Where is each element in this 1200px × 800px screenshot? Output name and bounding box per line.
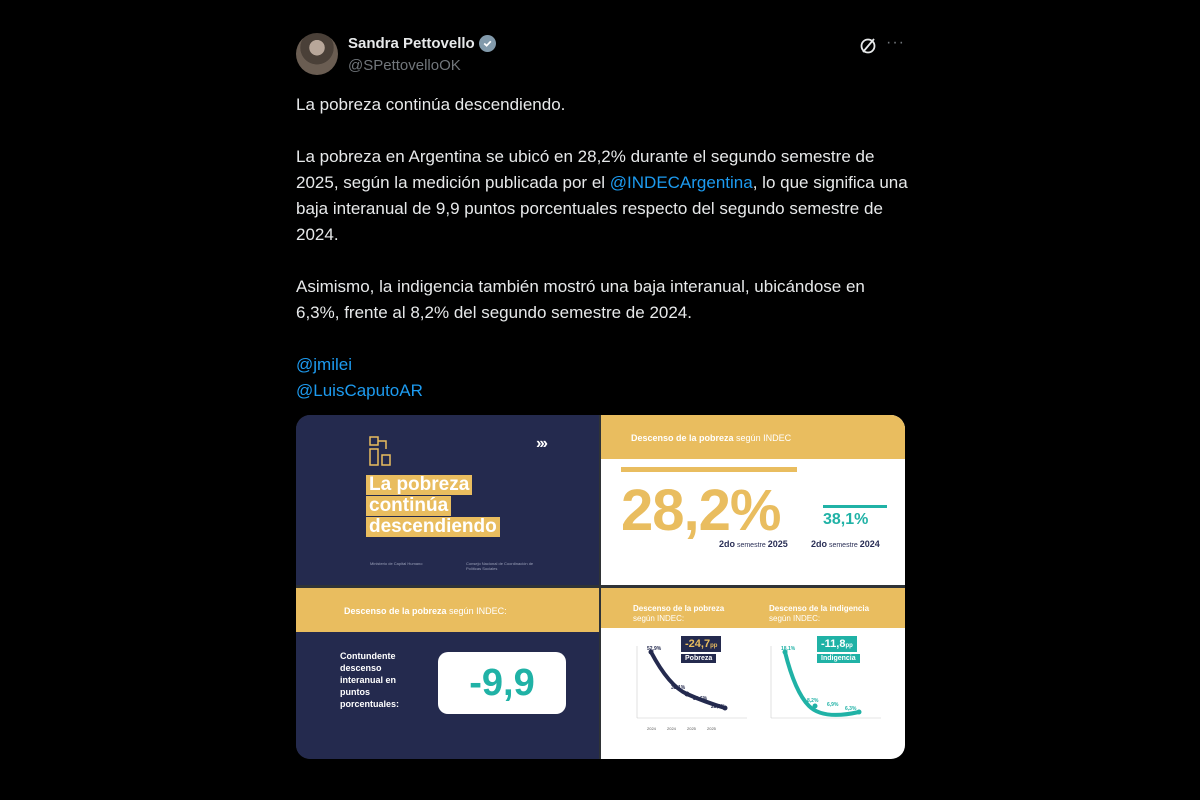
- indigence-line-chart: [770, 646, 881, 719]
- progress-bar-2025: [621, 467, 797, 472]
- ministry-logo: Ministerio de Capital Humano: [370, 561, 423, 566]
- label-2025: 2do semestre 2025: [719, 539, 788, 549]
- indigence-point-2: [812, 703, 818, 709]
- media-tile-4[interactable]: Descenso de la pobreza según INDEC: Desc…: [601, 588, 905, 759]
- verified-badge-icon: [478, 35, 496, 52]
- tile2-band-text: Descenso de la pobreza según INDEC: [631, 433, 792, 443]
- mention-indec[interactable]: @INDECArgentina: [610, 173, 753, 192]
- indigence-val-3: 6,9%: [827, 702, 839, 708]
- label-2024: 2do semestre 2024: [811, 539, 880, 549]
- poverty-val-2: 38,1%: [671, 685, 686, 691]
- tile4-right-sub: según INDEC:: [769, 614, 821, 623]
- progress-bar-2024: [823, 505, 887, 508]
- indigence-val-1: 18,1%: [781, 646, 796, 652]
- poverty-val-3: 31,6%: [693, 696, 708, 702]
- grok-icon[interactable]: [858, 36, 878, 56]
- post-paragraph-2: La pobreza en Argentina se ubicó en 28,2…: [296, 147, 908, 244]
- post-paragraph-3: Asimismo, la indigencia también mostró u…: [296, 277, 865, 322]
- x-year-1: 2024: [647, 726, 656, 731]
- arrows-icon: ›››: [536, 435, 548, 452]
- poverty-point-2: [684, 691, 690, 697]
- council-logo: Consejo Nacional de Coordinación de Polí…: [466, 561, 534, 571]
- tile3-text: Contundente descenso interanual en punto…: [340, 651, 400, 709]
- tile4-left-title: Descenso de la pobreza: [633, 604, 725, 613]
- tile3-band-text: Descenso de la pobreza según INDEC:: [344, 606, 507, 616]
- author-name[interactable]: Sandra Pettovello: [348, 35, 496, 52]
- poverty-line-chart: [636, 646, 747, 719]
- avatar[interactable]: [296, 33, 338, 75]
- author-handle[interactable]: @SPettovelloOK: [348, 57, 461, 74]
- tile1-title: La pobreza continúa descendiendo: [366, 475, 500, 538]
- poverty-val-1: 52,9%: [647, 646, 662, 652]
- media-tile-1[interactable]: ››› La pobreza continúa descendiendo Min…: [296, 415, 599, 585]
- chart-icon: [369, 436, 391, 466]
- media-tile-3[interactable]: Descenso de la pobreza según INDEC: Cont…: [296, 588, 599, 759]
- post-line-1: La pobreza continúa descendiendo.: [296, 95, 566, 114]
- media-grid[interactable]: ››› La pobreza continúa descendiendo Min…: [296, 415, 905, 759]
- poverty-2025-value: 28,2%: [621, 478, 781, 543]
- indigence-val-2: 8,2%: [807, 698, 819, 704]
- tile4-left-sub: según INDEC:: [633, 614, 685, 623]
- mention-luiscaputo[interactable]: @LuisCaputoAR: [296, 381, 423, 400]
- x-year-4: 2025: [707, 726, 716, 731]
- x-year-2: 2024: [667, 726, 676, 731]
- media-tile-2[interactable]: Descenso de la pobreza según INDEC 28,2%…: [601, 415, 905, 585]
- poverty-2024-value: 38,1%: [823, 511, 869, 528]
- indigence-point-3: [856, 709, 862, 715]
- more-options-icon[interactable]: ···: [886, 34, 905, 52]
- indigence-val-4: 6,3%: [845, 706, 857, 712]
- tile4-right-title: Descenso de la indigencia: [769, 604, 870, 613]
- poverty-val-4: 28,2%: [711, 704, 726, 710]
- x-year-3: 2025: [687, 726, 696, 731]
- author-name-text[interactable]: Sandra Pettovello: [348, 35, 475, 52]
- mention-jmilei[interactable]: @jmilei: [296, 355, 352, 374]
- reduction-value: -9,9: [438, 652, 566, 714]
- post-text: La pobreza continúa descendiendo. La pob…: [296, 92, 908, 404]
